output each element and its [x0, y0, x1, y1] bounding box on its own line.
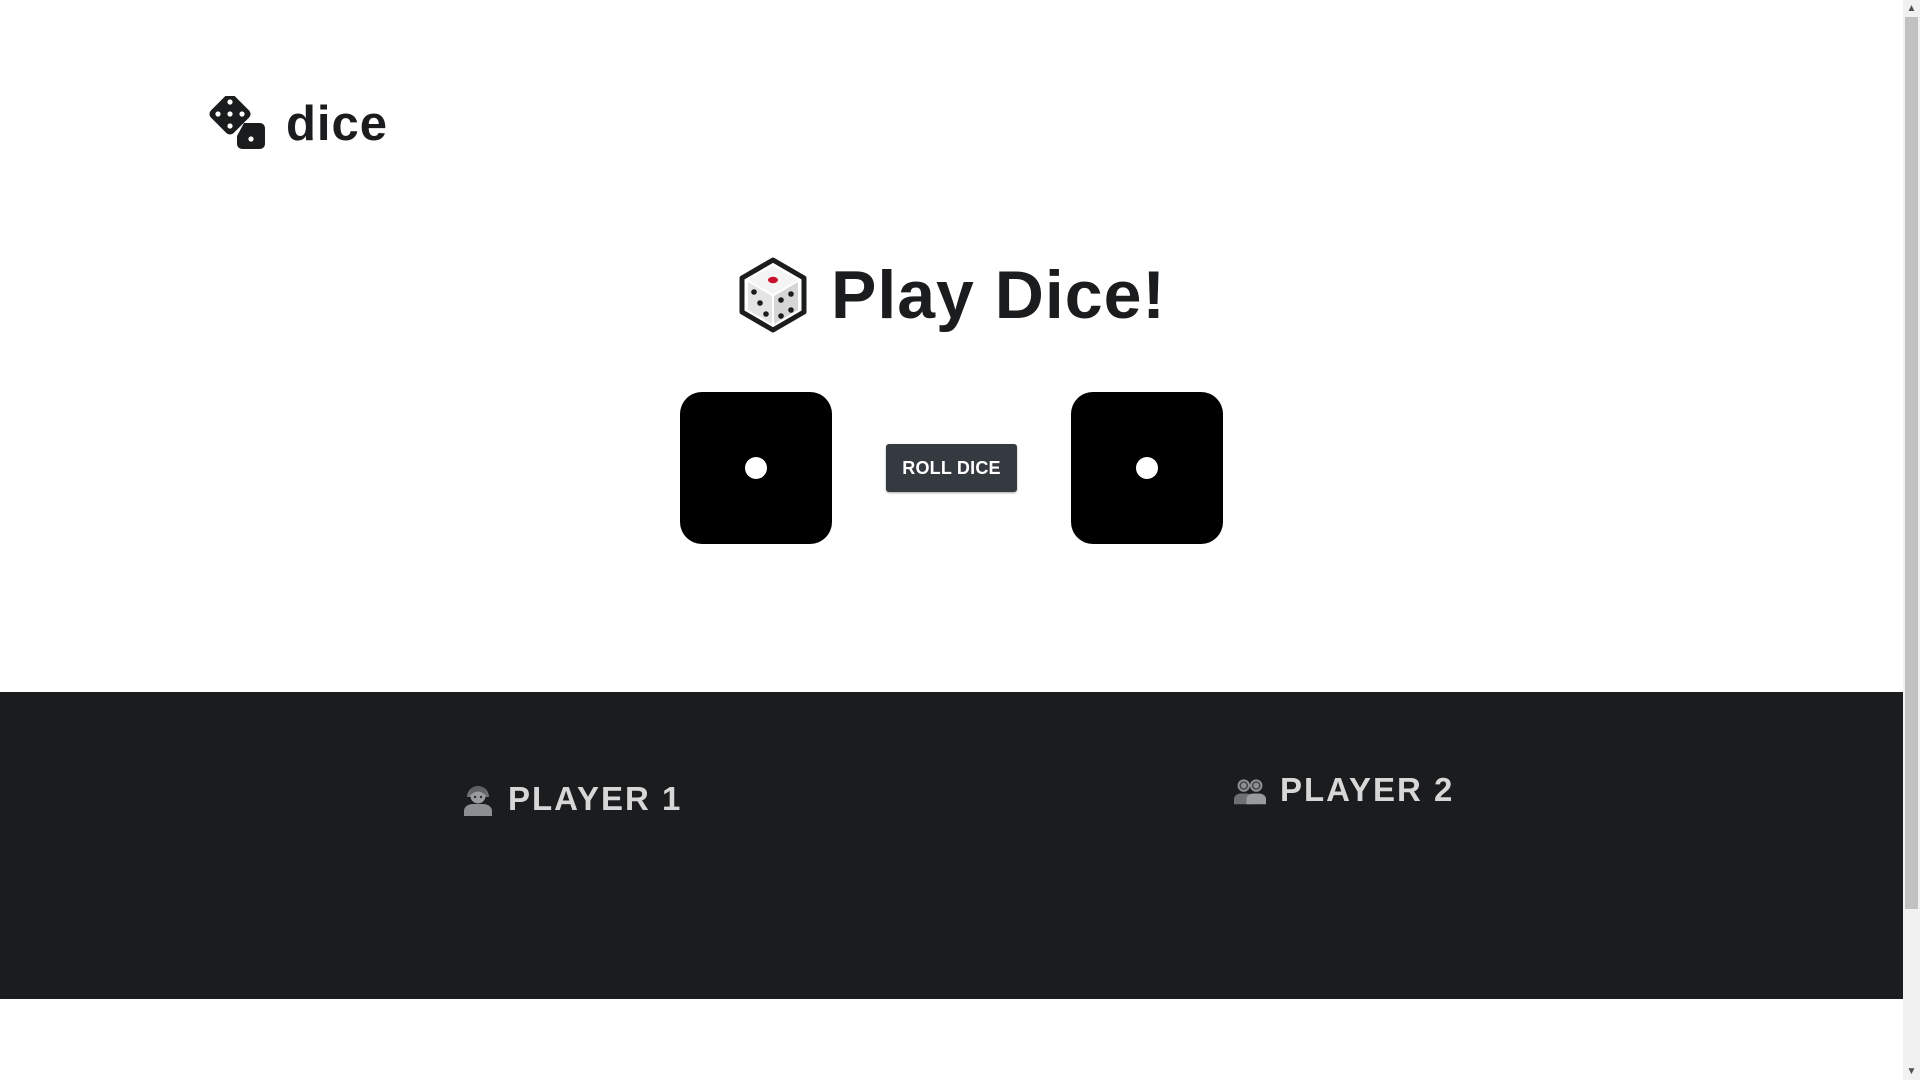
player-1-name: PLAYER 1: [508, 780, 683, 817]
page-title: Play Dice!: [0, 254, 1903, 336]
player-2-name: PLAYER 2: [1280, 771, 1455, 808]
brand-name: dice: [286, 97, 389, 151]
two-people-icon: [1234, 779, 1266, 805]
players-section: PLAYER 1 PLAYER 2: [0, 692, 1903, 999]
roll-dice-button[interactable]: ROLL DICE: [886, 444, 1017, 492]
person-icon: [464, 786, 492, 816]
dice-icon: [209, 96, 265, 149]
game-die-icon: [739, 257, 807, 333]
player-1: PLAYER 1: [462, 780, 682, 818]
die-pip: [745, 457, 767, 479]
page-title-text: Play Dice!: [830, 257, 1167, 333]
scrollbar-thumb[interactable]: [1905, 17, 1918, 909]
die-pip: [1136, 457, 1158, 479]
die-right: [1071, 392, 1223, 544]
die-left: [680, 392, 832, 544]
page: dice Play Dice! ROLL DICE PLAYER 1 PLAYE…: [0, 0, 1903, 1080]
vertical-scrollbar[interactable]: ▲ ▼: [1903, 0, 1920, 1080]
scroll-down-arrow-icon[interactable]: ▼: [1903, 1063, 1920, 1080]
brand-logo[interactable]: dice: [204, 96, 388, 152]
scroll-up-arrow-icon[interactable]: ▲: [1903, 0, 1920, 17]
player-2: PLAYER 2: [1234, 771, 1454, 809]
